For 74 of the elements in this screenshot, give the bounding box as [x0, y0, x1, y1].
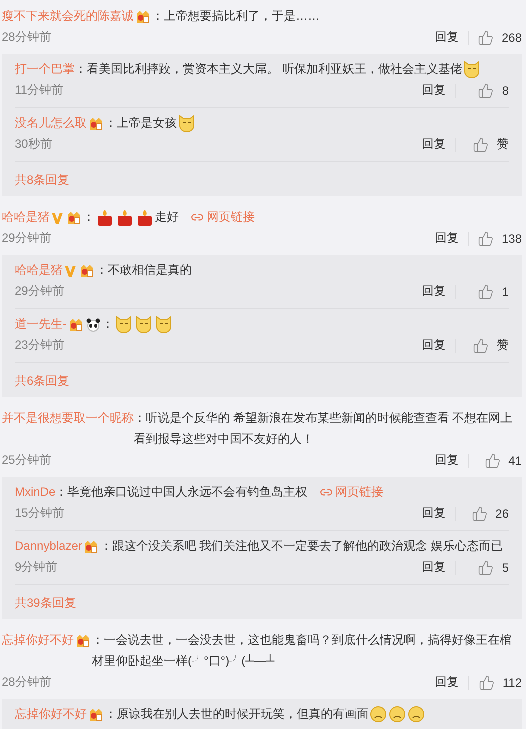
reply-link[interactable]: 回复 — [434, 29, 459, 46]
comment-text: ：上帝想要搞比利了，于是…… — [152, 8, 320, 25]
verified-icon — [64, 264, 77, 278]
reply-link[interactable]: 回复 — [435, 452, 459, 469]
dog-emoji-icon — [115, 316, 133, 333]
comment-text: ：听说是个反华的 希望新浪在发布某些新闻的时候能查查看 不想在网上看到报导这些对中国不友好的人！ — [134, 410, 514, 448]
thumbs-up-icon — [478, 674, 495, 690]
like-button[interactable]: 26 — [465, 506, 509, 522]
verified-icon — [51, 210, 64, 224]
timestamp: 28分钟前 — [2, 674, 52, 691]
like-button[interactable]: 1 — [465, 284, 509, 300]
thumbs-up-icon — [478, 560, 494, 576]
reply-link[interactable]: 回复 — [422, 283, 446, 300]
dog-emoji-icon — [155, 316, 173, 333]
like-button[interactable]: 138 — [478, 230, 522, 246]
member-badge-icon — [83, 539, 100, 554]
thumbs-up-icon — [473, 338, 489, 354]
thumbs-up-icon — [472, 506, 488, 522]
timestamp: 15分钟前 — [15, 505, 64, 522]
member-badge-icon — [88, 707, 104, 722]
thumbs-up-icon — [484, 452, 501, 468]
member-badge-icon — [135, 9, 151, 24]
like-button[interactable]: 赞 — [465, 337, 509, 354]
sad-emoji-icon — [389, 706, 406, 723]
reply-link[interactable]: 回复 — [422, 559, 446, 576]
candle-emoji-icon — [96, 208, 114, 226]
sad-emoji-icon — [408, 706, 425, 723]
reply-link[interactable]: 回复 — [435, 674, 459, 691]
dog-emoji-icon — [463, 61, 482, 78]
like-button[interactable]: 112 — [478, 674, 522, 690]
like-button[interactable]: 41 — [478, 452, 522, 468]
like-button[interactable]: 5 — [465, 560, 509, 576]
thumbs-up-icon — [478, 30, 494, 46]
like-button[interactable]: 268 — [478, 30, 522, 46]
thumbs-up-icon — [478, 284, 494, 300]
candle-emoji-icon — [136, 208, 154, 226]
comment-text: ：一会说去世，一会没去世，这也能鬼畜吗？到底什么情况啊，搞得好像王在棺材里仰卧起坐一样(╯°口°)╯(┴—┴ — [92, 632, 513, 670]
comment-text: 走好 — [155, 209, 179, 226]
member-badge-icon — [68, 317, 84, 332]
thumbs-up-icon — [473, 136, 489, 152]
sad-emoji-icon — [370, 706, 387, 723]
member-badge-icon — [66, 210, 82, 225]
reply-link[interactable]: 回复 — [422, 337, 446, 354]
timestamp: 29分钟前 — [2, 230, 52, 247]
timestamp: 11分钟前 — [15, 82, 64, 99]
reply-link[interactable]: 回复 — [422, 505, 446, 522]
timestamp: 29分钟前 — [15, 283, 64, 300]
candle-emoji-icon — [116, 208, 134, 226]
dog-emoji-icon — [178, 115, 196, 132]
dog-emoji-icon — [135, 316, 153, 333]
member-badge-icon — [79, 263, 95, 278]
reply-link[interactable]: 回复 — [422, 136, 446, 153]
comment-text: ：上帝是女孩 — [105, 115, 177, 132]
timestamp: 23分钟前 — [15, 337, 64, 354]
timestamp: 30秒前 — [15, 136, 52, 153]
comment-text: ：不敢相信是真的 — [96, 262, 192, 279]
comment-text: ：毕竟他亲口说过中国人永远不会有钓鱼岛主权 — [56, 484, 308, 501]
comment-text: ： — [83, 209, 95, 226]
comment-text: ：跟这个没关系吧 我们关注他又不一定要去了解他的政治观念 娱乐心态而已 — [100, 538, 504, 555]
timestamp: 28分钟前 — [2, 29, 52, 46]
timestamp: 9分钟前 — [15, 559, 58, 576]
comment-text: ：原谅我在别人去世的时候开玩笑，但真的有画面 — [105, 706, 369, 723]
panda-icon — [86, 318, 101, 332]
like-button[interactable]: 赞 — [465, 136, 509, 153]
reply-link[interactable]: 回复 — [434, 230, 459, 247]
thumbs-up-icon — [478, 230, 494, 246]
reply-link[interactable]: 回复 — [422, 82, 446, 99]
timestamp: 25分钟前 — [2, 452, 52, 469]
thumbs-up-icon — [478, 82, 494, 98]
member-badge-icon — [88, 116, 104, 131]
comment-text: ：看美国比利摔跤，赏资本主义大屌。 听保加利亚妖王，做社会主义基佬 — [75, 61, 462, 78]
member-badge-icon — [75, 633, 91, 648]
comment-text: ： — [102, 316, 114, 333]
like-button[interactable]: 8 — [465, 82, 509, 98]
